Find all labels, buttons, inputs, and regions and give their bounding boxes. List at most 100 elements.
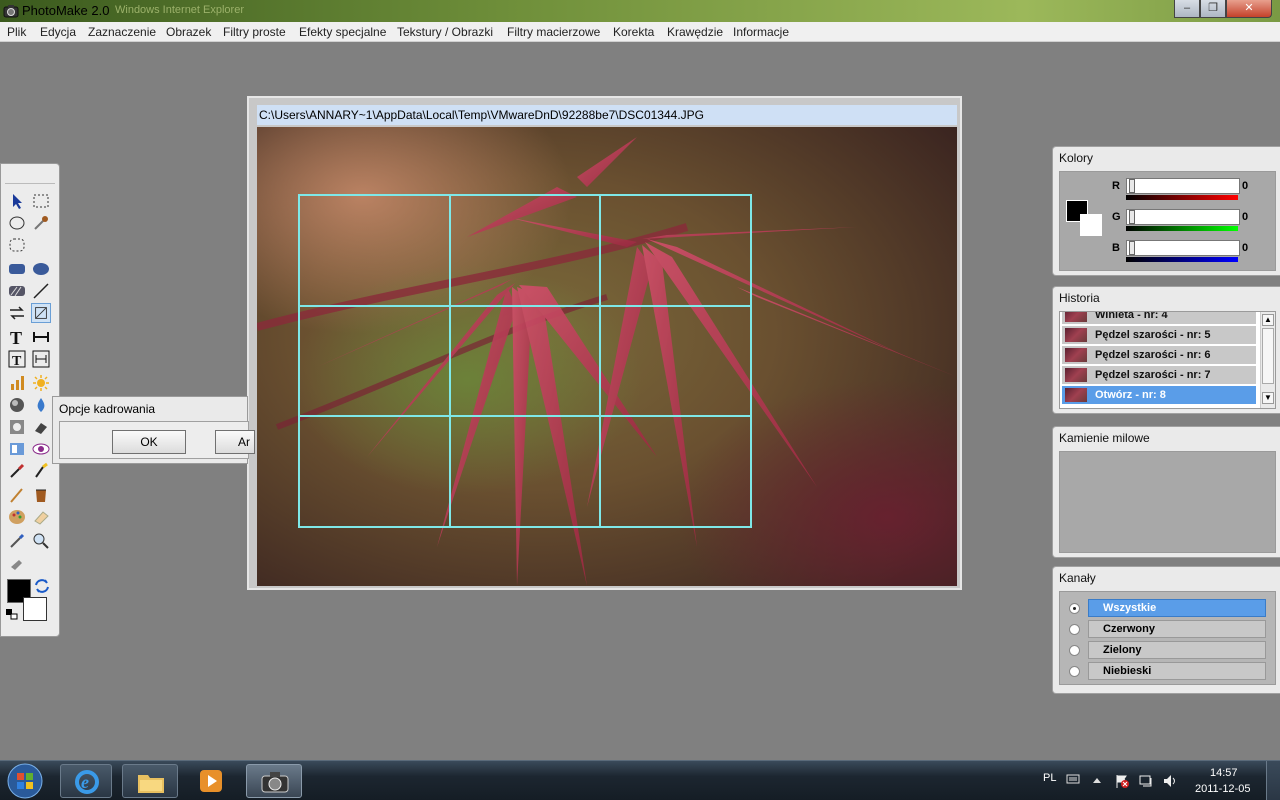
milestones-list[interactable] — [1059, 451, 1276, 553]
history-item[interactable]: Pędzel szarości - nr: 6 — [1062, 346, 1256, 365]
scroll-thumb[interactable] — [1262, 328, 1274, 384]
close-button[interactable]: ✕ — [1226, 0, 1272, 18]
scroll-down-arrow-icon[interactable]: ▼ — [1262, 392, 1274, 404]
ellipse-select-tool-icon[interactable] — [7, 213, 27, 233]
ok-button[interactable]: OK — [112, 430, 186, 454]
levels-tool-icon[interactable] — [7, 373, 27, 393]
taskbar-ie-button[interactable]: e — [60, 764, 112, 798]
taskbar-explorer-button[interactable] — [122, 764, 178, 798]
b-slider-thumb[interactable] — [1129, 241, 1135, 255]
g-label: G — [1112, 211, 1121, 223]
title-bar: PhotoMake 2.0 Windows Internet Explorer … — [0, 0, 1280, 22]
channel-label: Niebieski — [1088, 662, 1266, 680]
menu-edycja[interactable]: Edycja — [40, 25, 76, 39]
g-slider-thumb[interactable] — [1129, 210, 1135, 224]
crop-dialog-body: OK Ar — [59, 421, 255, 459]
b-slider[interactable] — [1126, 240, 1240, 256]
minimize-button[interactable]: ‒ — [1174, 0, 1200, 18]
brightness-tool-icon[interactable] — [31, 373, 51, 393]
channel-radio[interactable] — [1069, 666, 1080, 677]
brush-tool-icon[interactable] — [7, 461, 27, 481]
history-item[interactable]: Pędzel szarości - nr: 5 — [1062, 326, 1256, 345]
menu-krawedzie[interactable]: Krawędzie — [667, 25, 723, 39]
color-preview-background[interactable] — [1080, 214, 1102, 236]
g-slider[interactable] — [1126, 209, 1240, 225]
line-tool-icon[interactable] — [31, 281, 51, 301]
menu-korekta[interactable]: Korekta — [613, 25, 654, 39]
show-desktop-button[interactable] — [1266, 761, 1280, 800]
menu-filtry-proste[interactable]: Filtry proste — [223, 25, 286, 39]
zoom-tool-icon[interactable] — [31, 531, 51, 551]
menu-plik[interactable]: Plik — [7, 25, 26, 39]
menu-efekty-specjalne[interactable]: Efekty specjalne — [299, 25, 386, 39]
channel-item-zielony[interactable]: Zielony — [1062, 640, 1268, 660]
bucket-tool-icon[interactable] — [31, 485, 51, 505]
menu-tekstury-obrazki[interactable]: Tekstury / Obrazki — [397, 25, 493, 39]
menu-filtry-macierzowe[interactable]: Filtry macierzowe — [507, 25, 600, 39]
network-icon[interactable] — [1138, 773, 1154, 789]
swap-tool-icon[interactable] — [7, 303, 27, 323]
channel-item-niebieski[interactable]: Niebieski — [1062, 661, 1268, 681]
menu-obrazek[interactable]: Obrazek — [166, 25, 211, 39]
window-tool-icon[interactable] — [7, 439, 27, 459]
drop-tool-icon[interactable] — [31, 395, 51, 415]
background-color-swatch[interactable] — [23, 597, 47, 621]
stamp-tool-icon[interactable] — [31, 417, 51, 437]
pattern-fill-tool-icon[interactable] — [7, 281, 27, 301]
history-item[interactable]: Winieta - nr: 4 — [1062, 312, 1256, 325]
rounded-rect-tool-icon[interactable] — [7, 259, 27, 279]
smudge-tool-icon[interactable] — [7, 555, 27, 575]
clock-date[interactable]: 2011-12-05 — [1195, 783, 1250, 795]
history-item[interactable]: Pędzel szarości - nr: 7 — [1062, 366, 1256, 385]
taskbar-photomake-button[interactable] — [246, 764, 302, 798]
text-tool-icon[interactable]: T — [7, 327, 27, 347]
maximize-button[interactable]: ❐ — [1200, 0, 1226, 18]
pencil-tool-icon[interactable] — [7, 485, 27, 505]
keyboard-icon[interactable] — [1066, 773, 1080, 785]
picker-tool-icon[interactable] — [7, 531, 27, 551]
image-window: C:\Users\ANNARY~1\AppData\Local\Temp\VMw… — [247, 96, 962, 590]
lasso-tool-icon[interactable] — [7, 235, 27, 255]
crop-tool-icon[interactable] — [31, 303, 51, 323]
image-tool-icon[interactable] — [7, 417, 27, 437]
channel-item-wszystkie[interactable]: Wszystkie — [1062, 598, 1268, 618]
text-box-tool-icon[interactable]: T — [7, 349, 27, 369]
history-item-selected[interactable]: Otwórz - nr: 8 — [1062, 386, 1256, 405]
image-canvas[interactable] — [257, 127, 957, 586]
sphere-tool-icon[interactable] — [7, 395, 27, 415]
toolbox-grip[interactable] — [5, 168, 55, 184]
channels-panel-title: Kanały — [1059, 571, 1096, 585]
taskbar-media-button[interactable] — [186, 764, 236, 798]
fill-tool-icon[interactable] — [31, 461, 51, 481]
eraser-tool-icon[interactable] — [31, 507, 51, 527]
eye-tool-icon[interactable] — [31, 439, 51, 459]
language-indicator[interactable]: PL — [1043, 772, 1056, 784]
channel-label: Zielony — [1088, 641, 1266, 659]
resize-tool-icon[interactable] — [31, 349, 51, 369]
menu-informacje[interactable]: Informacje — [733, 25, 789, 39]
cancel-button[interactable]: Ar — [215, 430, 255, 454]
volume-icon[interactable] — [1162, 773, 1178, 789]
action-center-flag-icon[interactable] — [1114, 773, 1130, 789]
ellipse-tool-icon[interactable] — [31, 259, 51, 279]
channel-radio[interactable] — [1069, 624, 1080, 635]
r-slider-thumb[interactable] — [1129, 179, 1135, 193]
history-thumbnail — [1065, 348, 1087, 362]
default-colors-icon[interactable] — [5, 608, 19, 620]
rect-select-tool-icon[interactable] — [31, 191, 51, 211]
swap-colors-icon[interactable] — [33, 577, 51, 595]
palette-tool-icon[interactable] — [7, 507, 27, 527]
eyedropper-tool-icon[interactable] — [31, 213, 51, 233]
menu-zaznaczenie[interactable]: Zaznaczenie — [88, 25, 156, 39]
show-hidden-icons-icon[interactable] — [1092, 776, 1102, 784]
r-slider[interactable] — [1126, 178, 1240, 194]
start-button-icon[interactable] — [5, 762, 45, 800]
channel-radio[interactable] — [1069, 645, 1080, 656]
history-scrollbar[interactable]: ▲ ▼ — [1260, 312, 1275, 408]
channel-radio[interactable] — [1069, 603, 1080, 614]
clock-time[interactable]: 14:57 — [1210, 767, 1238, 779]
pointer-tool-icon[interactable] — [7, 191, 27, 211]
channel-item-czerwony[interactable]: Czerwony — [1062, 619, 1268, 639]
scroll-up-arrow-icon[interactable]: ▲ — [1262, 314, 1274, 326]
measure-tool-icon[interactable] — [31, 327, 51, 347]
